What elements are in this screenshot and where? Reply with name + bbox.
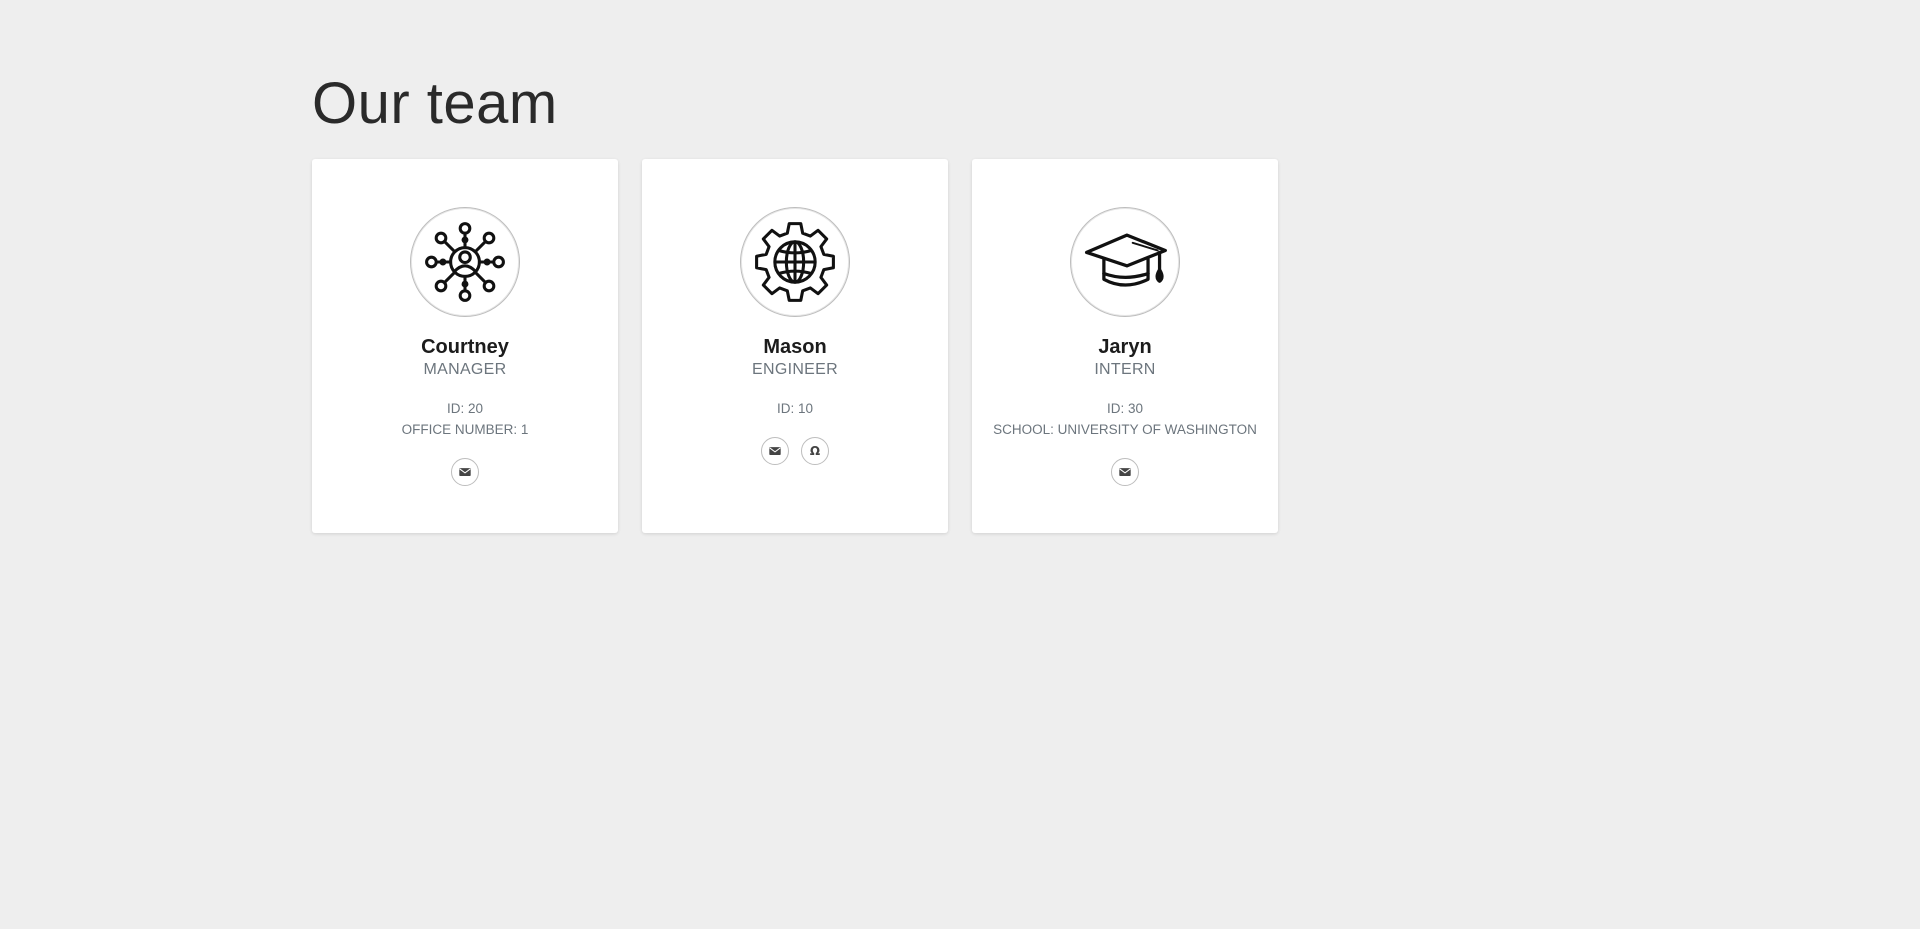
member-office-number: OFFICE NUMBER: 1 — [401, 422, 529, 437]
member-school: SCHOOL: UNIVERSITY OF WASHINGTON — [993, 422, 1257, 437]
envelope-icon — [1119, 468, 1131, 476]
team-card-intern: Jaryn INTERN ID: 30 SCHOOL: UNIVERSITY O… — [972, 159, 1278, 533]
email-button[interactable] — [761, 437, 789, 465]
network-person-icon — [425, 222, 505, 302]
page-title: Our team — [312, 71, 558, 136]
member-role: ENGINEER — [752, 361, 838, 378]
avatar — [1070, 207, 1180, 317]
avatar — [410, 207, 520, 317]
github-button[interactable]: Ω — [801, 437, 829, 465]
member-actions: Ω — [761, 437, 829, 465]
member-id: ID: 10 — [776, 401, 814, 416]
team-cards: Courtney MANAGER ID: 20 OFFICE NUMBER: 1 — [312, 159, 1278, 533]
team-card-engineer: Mason ENGINEER ID: 10 Ω — [642, 159, 948, 533]
omega-icon: Ω — [809, 444, 821, 458]
envelope-icon — [459, 468, 471, 476]
email-button[interactable] — [1111, 458, 1139, 486]
member-name: Jaryn — [1098, 336, 1152, 358]
member-details: ID: 30 SCHOOL: UNIVERSITY OF WASHINGTON — [993, 398, 1257, 440]
team-card-manager: Courtney MANAGER ID: 20 OFFICE NUMBER: 1 — [312, 159, 618, 533]
gear-globe-icon — [755, 222, 835, 302]
member-role: INTERN — [1094, 361, 1156, 378]
member-name: Courtney — [421, 336, 509, 358]
member-details: ID: 10 — [777, 398, 813, 419]
member-details: ID: 20 OFFICE NUMBER: 1 — [402, 398, 529, 440]
graduation-cap-icon — [1084, 233, 1167, 287]
member-name: Mason — [763, 336, 827, 358]
member-actions — [451, 458, 479, 486]
envelope-icon — [769, 447, 781, 455]
avatar — [740, 207, 850, 317]
member-role: MANAGER — [423, 361, 507, 378]
email-button[interactable] — [451, 458, 479, 486]
member-id: ID: 30 — [1106, 401, 1143, 416]
member-actions — [1111, 458, 1139, 486]
member-id: ID: 20 — [446, 401, 483, 416]
